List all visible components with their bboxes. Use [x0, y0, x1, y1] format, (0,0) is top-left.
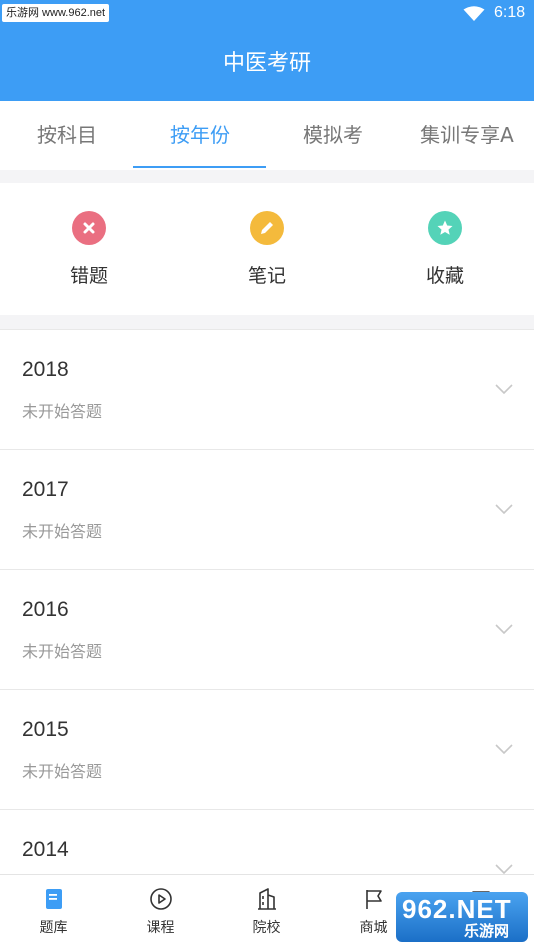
nav-label: 课程: [146, 920, 175, 936]
wrong-questions-button[interactable]: 错题: [0, 183, 178, 315]
notes-label: 笔记: [247, 265, 286, 287]
nav-label: 院校: [252, 920, 281, 936]
year-label: 2015: [22, 718, 69, 741]
tab-bar: 按科目 按年份 模拟考 集训专享A: [0, 101, 534, 170]
watermark: 乐游网 www.962.net: [2, 4, 110, 22]
chevron-down-icon[interactable]: [494, 623, 514, 635]
site-logo: 962.NET 乐游网: [396, 892, 528, 942]
year-status: 未开始答题: [22, 402, 103, 421]
book-icon: [46, 889, 62, 909]
tab-mock-exam[interactable]: 模拟考: [266, 101, 400, 170]
tab-by-subject[interactable]: 按科目: [0, 101, 134, 170]
year-label: 2017: [22, 478, 69, 501]
status-bar: 乐游网 www.962.net 6:18: [0, 0, 534, 28]
list-item-year-2016[interactable]: 2016 未开始答题: [0, 569, 534, 689]
flag-icon: [366, 890, 382, 909]
year-label: 2016: [22, 598, 69, 621]
tab-training-exclusive[interactable]: 集训专享A: [400, 101, 534, 170]
year-list: 2018 未开始答题 2017 未开始答题 2016 未开始答题 2015 未开…: [0, 329, 534, 929]
quick-circle-wrong: [72, 211, 106, 245]
list-item-year-2015[interactable]: 2015 未开始答题: [0, 689, 534, 809]
year-label: 2014: [22, 838, 69, 861]
star-icon: [437, 220, 453, 235]
list-item-year-2017[interactable]: 2017 未开始答题: [0, 449, 534, 569]
favorites-label: 收藏: [425, 265, 464, 287]
active-tab-indicator: [133, 166, 266, 168]
nav-courses[interactable]: 课程: [107, 875, 214, 949]
building-icon: [258, 888, 276, 910]
logo-sub-text: 乐游网: [464, 923, 510, 940]
nav-question-bank[interactable]: 题库: [0, 875, 107, 949]
wifi-icon: [463, 6, 485, 21]
x-circle-icon: [83, 222, 95, 234]
year-status: 未开始答题: [22, 762, 103, 781]
chevron-down-icon[interactable]: [494, 743, 514, 755]
page-title: 中医考研: [222, 51, 311, 76]
nav-label: 题库: [39, 920, 68, 936]
favorites-button[interactable]: 收藏: [356, 183, 534, 315]
tab-by-year[interactable]: 按年份: [133, 101, 267, 170]
chevron-down-icon[interactable]: [494, 503, 514, 515]
app-bar: 中医考研: [0, 28, 534, 101]
wrong-questions-label: 错题: [69, 265, 108, 287]
quick-circle-favorites: [428, 211, 462, 245]
clock: 6:18: [494, 4, 526, 21]
notes-button[interactable]: 笔记: [178, 183, 356, 315]
quick-circle-notes: [250, 211, 284, 245]
year-status: 未开始答题: [22, 642, 103, 661]
play-circle-icon: [150, 888, 172, 910]
year-label: 2018: [22, 358, 69, 381]
year-status: 未开始答题: [22, 522, 103, 541]
quick-actions: 错题 笔记 收藏: [0, 183, 534, 315]
pencil-icon: [261, 222, 273, 234]
nav-colleges[interactable]: 院校: [213, 875, 320, 949]
chevron-down-icon[interactable]: [494, 383, 514, 395]
list-item-year-2018[interactable]: 2018 未开始答题: [0, 329, 534, 449]
